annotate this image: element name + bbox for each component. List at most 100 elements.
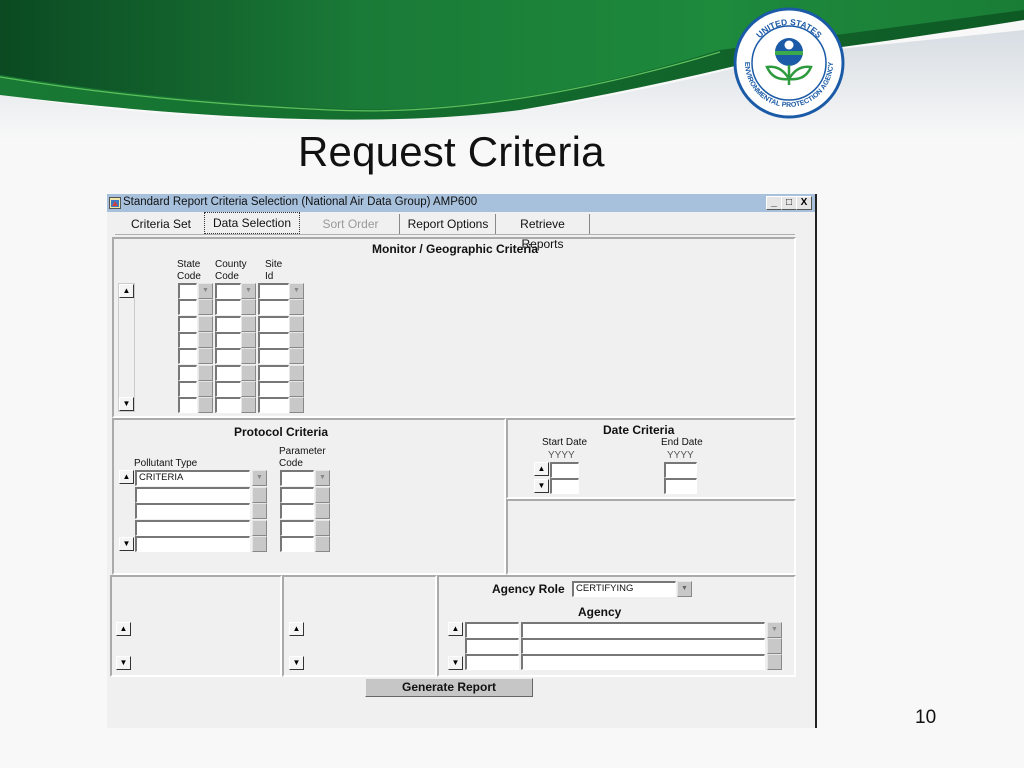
state-code-dropdown[interactable] (198, 380, 213, 397)
state-code-dropdown[interactable] (198, 299, 213, 316)
county-code-dropdown[interactable] (241, 397, 256, 414)
pollutant-type-dropdown[interactable]: ▼ (252, 470, 267, 486)
protocol-scrollbar[interactable]: ▲ ▼ (119, 470, 136, 551)
maximize-button[interactable]: □ (781, 196, 797, 210)
site-id-dropdown[interactable] (289, 331, 304, 348)
state-code-field[interactable] (178, 380, 197, 397)
monitor-scrollbar[interactable]: ▲ ▼ (118, 283, 135, 412)
site-id-dropdown[interactable] (289, 364, 304, 381)
scroll-down-button[interactable]: ▼ (116, 656, 131, 670)
site-id-dropdown[interactable] (289, 380, 304, 397)
pollutant-type-field[interactable]: CRITERIA (135, 470, 250, 486)
scroll-up-button[interactable]: ▲ (289, 622, 304, 636)
state-code-dropdown[interactable] (198, 397, 213, 414)
parameter-code-dropdown[interactable] (315, 536, 330, 552)
county-code-field[interactable] (215, 397, 241, 414)
county-code-dropdown[interactable] (241, 331, 256, 348)
state-code-field[interactable] (178, 299, 197, 316)
site-id-field[interactable] (258, 397, 289, 414)
agency-role-dropdown[interactable]: ▼ (677, 581, 692, 597)
pollutant-type-field[interactable] (135, 486, 250, 503)
scroll-down-button[interactable]: ▼ (448, 656, 463, 670)
pollutant-type-dropdown[interactable] (252, 503, 267, 519)
site-id-field[interactable] (258, 331, 289, 348)
agency-name-field[interactable] (521, 654, 765, 670)
state-code-field[interactable] (178, 331, 197, 348)
site-id-dropdown[interactable] (289, 299, 304, 316)
agency-dropdown[interactable] (767, 654, 782, 670)
start-date-field[interactable] (550, 478, 579, 494)
state-code-field[interactable] (178, 283, 197, 299)
county-code-field[interactable] (215, 283, 241, 299)
agency-code-field[interactable] (465, 654, 519, 670)
county-code-dropdown[interactable] (241, 299, 256, 316)
parameter-code-field[interactable] (280, 470, 314, 486)
end-date-field[interactable] (664, 478, 697, 494)
county-code-dropdown[interactable] (241, 348, 256, 365)
scroll-down-button[interactable]: ▼ (534, 479, 549, 493)
tab-report-options[interactable]: Report Options (401, 214, 496, 234)
scroll-down-button[interactable]: ▼ (119, 537, 134, 551)
state-code-field[interactable] (178, 397, 197, 414)
parameter-code-field[interactable] (280, 503, 314, 519)
site-id-dropdown[interactable] (289, 315, 304, 332)
parameter-code-dropdown[interactable] (315, 519, 330, 536)
site-id-field[interactable] (258, 315, 289, 332)
parameter-code-dropdown[interactable] (315, 486, 330, 503)
site-id-dropdown[interactable]: ▼ (289, 283, 304, 299)
site-id-field[interactable] (258, 299, 289, 316)
state-code-field[interactable] (178, 348, 197, 365)
agency-scrollbar[interactable]: ▲ ▼ (448, 622, 465, 670)
county-code-dropdown[interactable] (241, 364, 256, 381)
agency-role-field[interactable]: CERTIFYING (572, 581, 676, 597)
county-code-field[interactable] (215, 299, 241, 316)
parameter-code-field[interactable] (280, 536, 314, 552)
county-code-dropdown[interactable]: ▼ (241, 283, 256, 299)
tab-sort-order[interactable]: Sort Order (302, 214, 400, 234)
tab-retrieve-reports[interactable]: Retrieve Reports (496, 214, 590, 251)
site-id-dropdown[interactable] (289, 348, 304, 365)
scroll-up-button[interactable]: ▲ (119, 284, 134, 298)
state-code-dropdown[interactable] (198, 331, 213, 348)
agency-code-field[interactable] (465, 622, 519, 638)
tab-data-selection[interactable]: Data Selection (204, 212, 300, 234)
county-code-field[interactable] (215, 331, 241, 348)
site-id-field[interactable] (258, 364, 289, 381)
state-code-dropdown[interactable] (198, 364, 213, 381)
state-code-dropdown[interactable] (198, 315, 213, 332)
generate-report-button[interactable]: Generate Report (365, 678, 533, 697)
county-code-field[interactable] (215, 348, 241, 365)
pollutant-type-dropdown[interactable] (252, 536, 267, 552)
agency-code-field[interactable] (465, 638, 519, 654)
end-date-field[interactable] (664, 462, 697, 478)
parameter-code-dropdown[interactable]: ▼ (315, 470, 330, 486)
window-titlebar[interactable]: Standard Report Criteria Selection (Nati… (107, 194, 815, 212)
agency-name-field[interactable] (521, 622, 765, 638)
agency-name-field[interactable] (521, 638, 765, 654)
scroll-down-button[interactable]: ▼ (119, 397, 134, 411)
list-2-scrollbar[interactable]: ▲ ▼ (289, 622, 306, 670)
state-code-field[interactable] (178, 315, 197, 332)
parameter-code-field[interactable] (280, 519, 314, 536)
site-id-field[interactable] (258, 283, 289, 299)
list-1-scrollbar[interactable]: ▲ ▼ (116, 622, 133, 670)
site-id-field[interactable] (258, 348, 289, 365)
minimize-button[interactable]: _ (766, 196, 782, 210)
county-code-field[interactable] (215, 380, 241, 397)
agency-dropdown[interactable]: ▼ (767, 622, 782, 638)
pollutant-type-field[interactable] (135, 536, 250, 552)
start-date-field[interactable] (550, 462, 579, 478)
site-id-field[interactable] (258, 380, 289, 397)
pollutant-type-field[interactable] (135, 503, 250, 519)
county-code-field[interactable] (215, 315, 241, 332)
pollutant-type-field[interactable] (135, 519, 250, 536)
tab-criteria-set[interactable]: Criteria Set (119, 214, 203, 234)
state-code-field[interactable] (178, 364, 197, 381)
scroll-up-button[interactable]: ▲ (116, 622, 131, 636)
county-code-field[interactable] (215, 364, 241, 381)
date-scrollbar[interactable]: ▲ ▼ (534, 462, 551, 493)
pollutant-type-dropdown[interactable] (252, 486, 267, 503)
county-code-dropdown[interactable] (241, 315, 256, 332)
pollutant-type-dropdown[interactable] (252, 519, 267, 536)
close-button[interactable]: X (796, 196, 812, 210)
